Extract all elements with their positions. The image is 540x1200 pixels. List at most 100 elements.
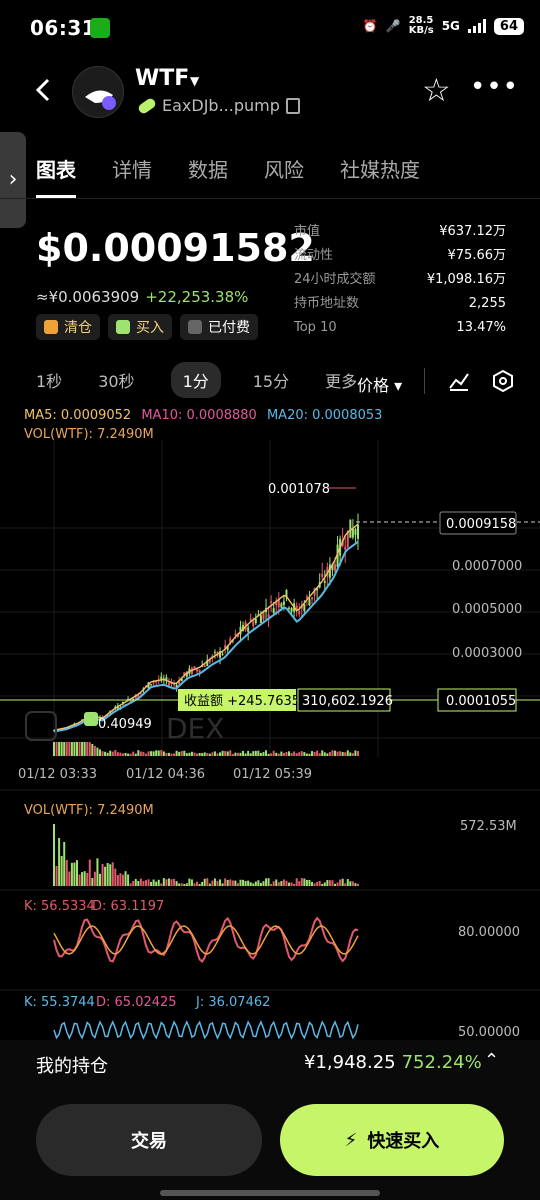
tf-15m[interactable]: 15分 (253, 368, 289, 392)
price-mode-label: 价格 (357, 376, 390, 395)
volume-mini-bar (303, 752, 306, 756)
volume-bar (124, 871, 127, 886)
toolbar-divider (424, 368, 425, 394)
tab-social[interactable]: 社媒热度 (340, 154, 420, 198)
candle-body (272, 608, 275, 614)
settings-hex-icon[interactable] (492, 370, 514, 392)
volume-bar (334, 883, 337, 886)
stat-row: 持币地址数 2,255 (294, 292, 506, 316)
dropdown-caret-icon[interactable]: ▼ (190, 74, 199, 88)
volume-mini-bar (152, 751, 155, 756)
token-name[interactable]: WTF (135, 66, 189, 91)
volume-mini-bar (257, 750, 260, 756)
volume-bar (308, 879, 311, 886)
tf-30s[interactable]: 30秒 (98, 368, 134, 392)
battery-icon: 64 (493, 17, 524, 35)
x-tick: 01/12 04:36 (126, 767, 205, 782)
volume-mini-bar (58, 742, 61, 756)
favorite-star-icon[interactable]: ☆ (422, 74, 451, 106)
price-chart[interactable]: 0.001078 0.0009158 0.0007000 0.0005000 0… (0, 440, 540, 1040)
volume-bar (323, 882, 326, 886)
volume-mini-bar (316, 750, 319, 756)
tab-risk[interactable]: 风险 (264, 154, 304, 198)
contract-address[interactable]: EaxDJb...pump (136, 96, 300, 115)
volume-mini-bar (344, 752, 347, 756)
candle-body (354, 529, 357, 535)
status-right: ⏰ 🎤 28.5 KB/s 5G 64 (363, 16, 524, 36)
badge-paid[interactable]: 已付费 (180, 314, 258, 340)
stat-value: 13.47% (456, 320, 506, 335)
tab-divider (0, 198, 540, 199)
volume-bar (272, 881, 275, 886)
volume-mini-bar (116, 752, 119, 756)
volume-mini-bar (70, 742, 73, 756)
volume-mini-bar (106, 752, 109, 756)
price-mode-toggle[interactable]: 价格 ▾ (357, 372, 402, 396)
badge-buy[interactable]: 买入 (108, 314, 172, 340)
candle-body (270, 601, 273, 603)
watermark-logo-icon (25, 711, 57, 741)
volume-bar (203, 878, 206, 886)
volume-bar (101, 863, 104, 886)
tab-data[interactable]: 数据 (188, 154, 228, 198)
candle-body (305, 596, 308, 598)
quick-buy-button[interactable]: ⚡ 快速买入 (280, 1104, 504, 1176)
volume-mini-bar (55, 742, 58, 756)
trade-label: 交易 (131, 1131, 167, 1152)
candle-body (311, 597, 314, 600)
ma10-label: MA10: 0.0008880 (141, 408, 257, 423)
volume-bar (198, 883, 201, 886)
volume-mini-bar (137, 750, 140, 756)
current-price: $0.00091582 (36, 226, 315, 270)
side-drawer-handle[interactable]: › (0, 132, 26, 228)
expand-caret-icon[interactable]: ⌃ (484, 1050, 499, 1071)
tf-more[interactable]: 更多 (325, 368, 357, 392)
volume-mini-bar (109, 750, 112, 756)
holdings-value: ¥1,948.25 752.24% (304, 1052, 482, 1073)
volume-mini-bar (221, 750, 224, 756)
volume-bar (293, 883, 296, 886)
volume-mini-bar (178, 751, 181, 756)
lightning-icon: ⚡ (344, 1129, 358, 1151)
volume-bar (75, 860, 78, 886)
volume-bar (229, 879, 232, 886)
tab-details[interactable]: 详情 (112, 154, 152, 198)
candle-body (290, 607, 293, 612)
volume-bar (339, 879, 342, 886)
volume-mini-bar (300, 751, 303, 756)
volume-bar (58, 838, 61, 886)
volume-bar (331, 880, 334, 886)
copy-icon[interactable] (285, 97, 300, 114)
volume-mini-bar (119, 752, 122, 756)
volume-bar (254, 881, 257, 886)
cost-tag-text: 0.0001055 (446, 694, 516, 709)
volume-bar (321, 883, 324, 886)
kdj-k-label: K: 55.3744 (24, 995, 95, 1010)
volume-bar (351, 881, 354, 886)
volume-mini-bar (196, 753, 199, 756)
stat-value: ¥637.12万 (439, 224, 506, 239)
trade-button[interactable]: 交易 (36, 1104, 262, 1176)
volume-mini-bar (318, 753, 321, 756)
volume-bar (88, 859, 91, 886)
kdj-d-label: D: 65.02425 (96, 995, 177, 1010)
indicator-icon[interactable] (448, 370, 470, 392)
volume-mini-bar (229, 750, 232, 756)
back-icon[interactable] (32, 76, 56, 104)
tab-chart[interactable]: 图表 (36, 154, 76, 198)
stats-panel: 市值 ¥637.12万 流动性 ¥75.66万 24小时成交额 ¥1,098.16万 … (294, 220, 506, 340)
volume-bar (65, 860, 68, 886)
more-icon[interactable]: ••• (470, 72, 519, 102)
stat-key: 24小时成交额 (294, 272, 376, 287)
volume-mini-bar (270, 753, 273, 756)
volume-bar (290, 882, 293, 886)
volume-bar (162, 878, 165, 886)
volume-bar (341, 878, 344, 886)
price-sub: ≈¥0.0063909 +22,253.38% (36, 288, 248, 306)
tf-1s[interactable]: 1秒 (36, 368, 62, 392)
volume-bar (157, 879, 160, 886)
volume-mini-bar (346, 750, 349, 756)
badge-clear[interactable]: 清仓 (36, 314, 100, 340)
volume-mini-bar (275, 752, 278, 756)
tf-1m[interactable]: 1分 (170, 362, 221, 398)
